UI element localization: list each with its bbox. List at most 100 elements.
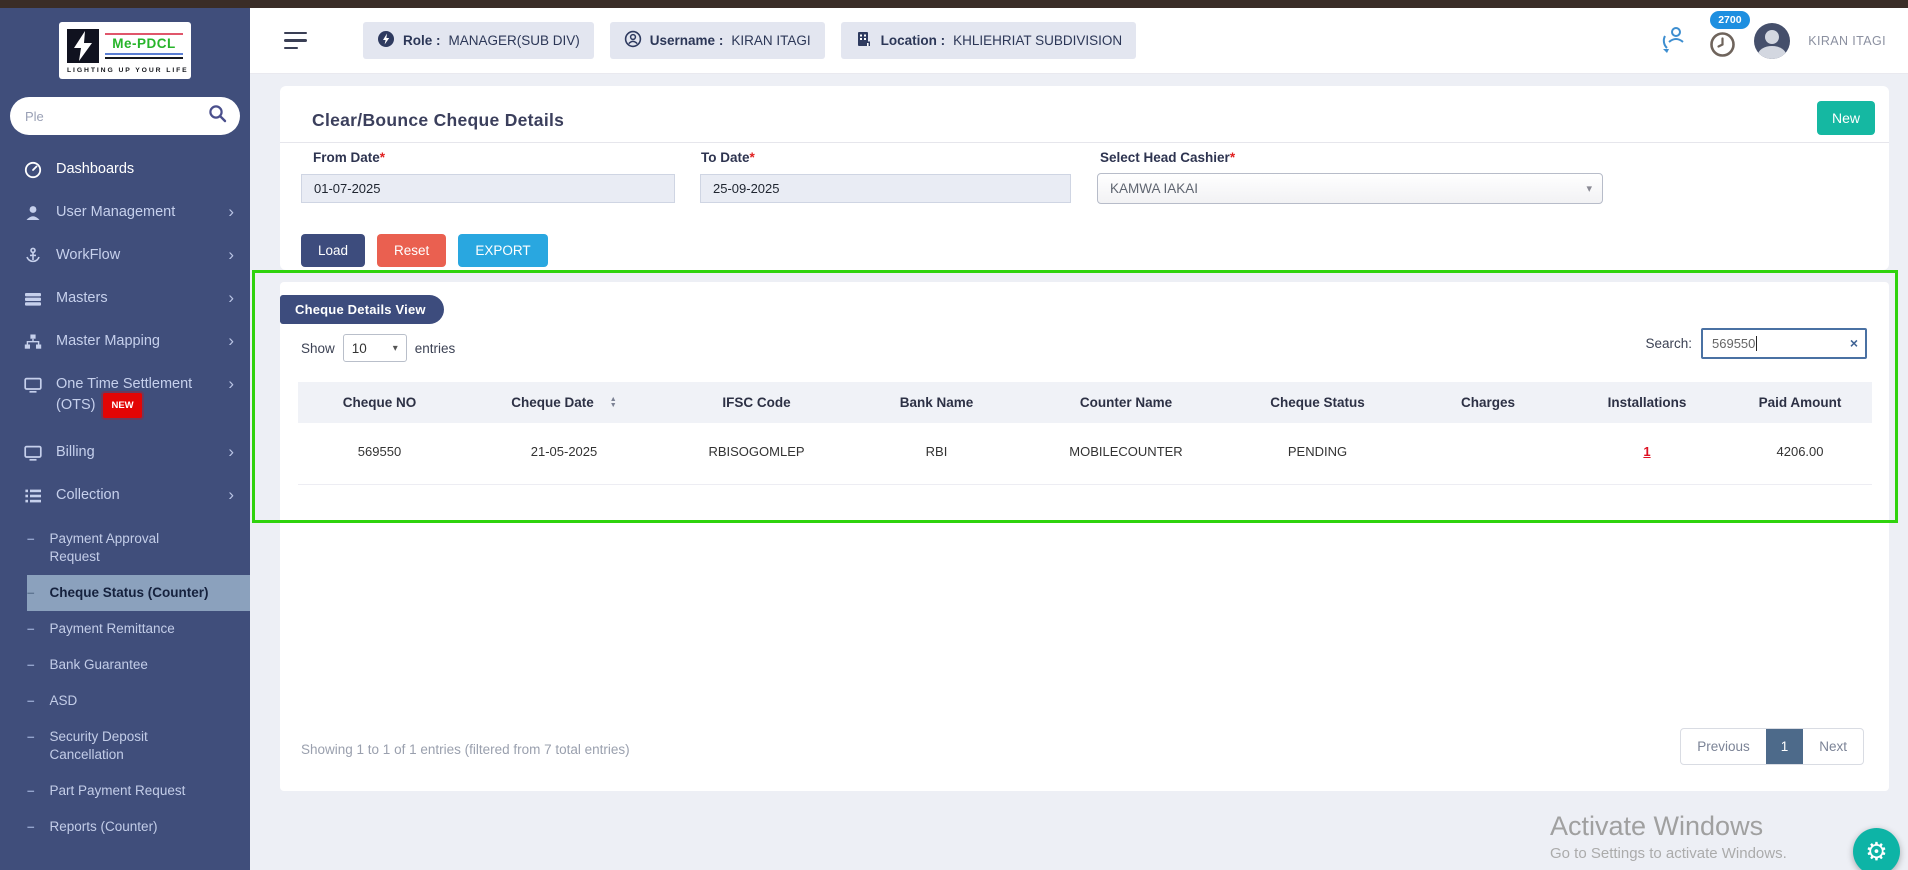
gear-icon: ⚙ bbox=[1865, 837, 1888, 866]
switch-user-icon[interactable] bbox=[1659, 22, 1691, 59]
dashboard-gauge-icon bbox=[23, 161, 42, 179]
sidebar-item-user-management[interactable]: User Management › bbox=[0, 191, 250, 234]
head-cashier-select[interactable]: KAMWA IAKAI ▾ bbox=[1097, 173, 1603, 204]
cell-cheque-date: 21-05-2025 bbox=[461, 423, 667, 485]
sidebar-subitem-cheque-status-counter[interactable]: – Cheque Status (Counter) bbox=[27, 575, 250, 611]
reset-button[interactable]: Reset bbox=[377, 234, 447, 267]
user-icon bbox=[23, 204, 42, 222]
header-right-cluster: 2700 KIRAN ITAGI bbox=[1659, 10, 1886, 63]
from-date-label: From Date* bbox=[313, 150, 386, 165]
sidebar-subitem-bank-guarantee[interactable]: – Bank Guarantee bbox=[0, 647, 250, 683]
username-badge: Username : KIRAN ITAGI bbox=[609, 22, 825, 59]
app-window: Me-PDCL LIGHTING UP YOUR LIFE Dashboards… bbox=[0, 0, 1908, 870]
column-header-installations[interactable]: Installations bbox=[1566, 382, 1728, 423]
new-button[interactable]: New bbox=[1816, 101, 1875, 135]
cheque-table: Cheque NO Cheque Date ▲ ▼ IFSC Code Bank N… bbox=[298, 382, 1872, 485]
dash-icon: – bbox=[27, 657, 35, 672]
settings-fab[interactable]: ⚙ bbox=[1853, 828, 1900, 870]
current-page-button[interactable]: 1 bbox=[1765, 729, 1804, 764]
head-cashier-label: Select Head Cashier* bbox=[1100, 150, 1236, 165]
sidebar-item-one-time-settlement[interactable]: One Time Settlement (OTS) NEW › bbox=[0, 363, 250, 431]
column-header-charges[interactable]: Charges bbox=[1410, 382, 1566, 423]
show-label: Show bbox=[301, 340, 335, 356]
cell-paid-amount: 4206.00 bbox=[1728, 423, 1872, 485]
ordered-list-icon bbox=[23, 487, 42, 505]
column-header-cheque-status[interactable]: Cheque Status bbox=[1225, 382, 1410, 423]
chevron-right-icon: › bbox=[228, 245, 234, 264]
dash-icon: – bbox=[27, 585, 35, 600]
logo-bolt-icon bbox=[67, 29, 99, 63]
column-header-cheque-date[interactable]: Cheque Date ▲ ▼ bbox=[461, 382, 667, 423]
sidebar-item-masters[interactable]: Masters › bbox=[0, 277, 250, 320]
sidebar-subitem-payment-remittance[interactable]: – Payment Remittance bbox=[0, 611, 250, 647]
dash-icon: – bbox=[27, 729, 35, 744]
column-header-counter-name[interactable]: Counter Name bbox=[1027, 382, 1225, 423]
caret-down-icon: ▾ bbox=[1586, 183, 1592, 195]
sidebar-subitem-security-deposit-cancellation[interactable]: – Security Deposit Cancellation bbox=[0, 719, 250, 773]
sidebar-item-dashboards[interactable]: Dashboards bbox=[0, 148, 250, 191]
person-circle-icon bbox=[624, 30, 642, 51]
cheque-details-card: Cheque Details View Show 10 ▾ entries Se… bbox=[280, 282, 1889, 791]
sidebar-item-collection[interactable]: Collection › bbox=[0, 474, 250, 517]
to-date-label: To Date* bbox=[701, 150, 755, 165]
search-input[interactable]: 569550 × bbox=[1701, 328, 1867, 359]
chevron-right-icon: › bbox=[228, 374, 234, 393]
cell-counter-name: MOBILECOUNTER bbox=[1027, 423, 1225, 485]
cell-installations: 1 bbox=[1566, 423, 1728, 485]
menu-toggle-icon[interactable] bbox=[284, 31, 307, 50]
sidebar-subitem-payment-approval-request[interactable]: – Payment Approval Request bbox=[0, 521, 250, 575]
header-info-badges: Role : MANAGER(SUB DIV) Username : KIRAN I… bbox=[363, 22, 1137, 59]
sidebar-search-input[interactable] bbox=[25, 108, 208, 124]
dash-icon: – bbox=[27, 693, 35, 708]
next-page-button[interactable]: Next bbox=[1803, 729, 1863, 764]
chevron-right-icon: › bbox=[228, 202, 234, 221]
sidebar-subitem-asd[interactable]: – ASD bbox=[0, 683, 250, 719]
top-header: Role : MANAGER(SUB DIV) Username : KIRAN I… bbox=[250, 8, 1908, 74]
timer-count-badge: 2700 bbox=[1710, 10, 1750, 29]
sidebar-search[interactable] bbox=[10, 97, 240, 135]
sidebar-subitem-reports-counter[interactable]: – Reports (Counter) bbox=[0, 809, 250, 845]
entries-label: entries bbox=[414, 340, 456, 356]
sidebar-menu: Dashboards User Management › WorkFlow › … bbox=[0, 148, 250, 517]
building-icon bbox=[855, 30, 873, 51]
bolt-icon bbox=[377, 30, 395, 51]
to-date-input[interactable]: 25-09-2025 bbox=[700, 174, 1071, 203]
table-header-row: Cheque NO Cheque Date ▲ ▼ IFSC Code Bank N… bbox=[298, 382, 1872, 423]
session-timer[interactable]: 2700 bbox=[1709, 10, 1750, 63]
brand-logo: Me-PDCL LIGHTING UP YOUR LIFE bbox=[59, 22, 191, 79]
sitemap-icon bbox=[23, 333, 42, 351]
column-header-bank-name[interactable]: Bank Name bbox=[846, 382, 1027, 423]
activate-windows-watermark: Activate Windows bbox=[1550, 811, 1764, 841]
filter-card: Clear/Bounce Cheque Details New From Dat… bbox=[280, 86, 1889, 270]
table-search: Search: 569550 × bbox=[1645, 328, 1867, 359]
sidebar-item-workflow[interactable]: WorkFlow › bbox=[0, 234, 250, 277]
browser-chrome-strip bbox=[0, 0, 1908, 8]
table-info-text: Showing 1 to 1 of 1 entries (filtered fr… bbox=[301, 742, 630, 757]
previous-page-button[interactable]: Previous bbox=[1681, 729, 1766, 764]
sidebar-item-billing[interactable]: Billing › bbox=[0, 431, 250, 474]
from-date-input[interactable]: 01-07-2025 bbox=[301, 174, 675, 203]
page-title: Clear/Bounce Cheque Details bbox=[312, 110, 565, 130]
dash-icon: – bbox=[27, 621, 35, 636]
column-header-cheque-no[interactable]: Cheque NO bbox=[298, 382, 461, 423]
user-avatar[interactable] bbox=[1754, 22, 1791, 59]
chevron-right-icon: › bbox=[228, 442, 234, 461]
sidebar-subitem-part-payment-request[interactable]: – Part Payment Request bbox=[0, 773, 250, 809]
sort-icon[interactable]: ▲ ▼ bbox=[610, 396, 617, 409]
dash-icon: – bbox=[27, 531, 35, 546]
entries-control: Show 10 ▾ entries bbox=[301, 334, 455, 362]
column-header-ifsc-code[interactable]: IFSC Code bbox=[667, 382, 846, 423]
load-button[interactable]: Load bbox=[301, 234, 366, 267]
page-length-select[interactable]: 10 ▾ bbox=[342, 334, 407, 362]
cell-cheque-no: 569550 bbox=[298, 423, 461, 485]
anchor-icon bbox=[23, 247, 42, 265]
installations-link[interactable]: 1 bbox=[1643, 444, 1650, 459]
clear-search-icon[interactable]: × bbox=[1850, 335, 1858, 351]
user-name-label[interactable]: KIRAN ITAGI bbox=[1808, 34, 1886, 48]
sidebar-item-master-mapping[interactable]: Master Mapping › bbox=[0, 320, 250, 363]
dash-icon: – bbox=[27, 783, 35, 798]
column-header-paid-amount[interactable]: Paid Amount bbox=[1728, 382, 1872, 423]
activate-windows-subtext: Go to Settings to activate Windows. bbox=[1550, 845, 1787, 862]
search-icon[interactable] bbox=[208, 104, 227, 128]
export-button[interactable]: EXPORT bbox=[458, 234, 548, 267]
